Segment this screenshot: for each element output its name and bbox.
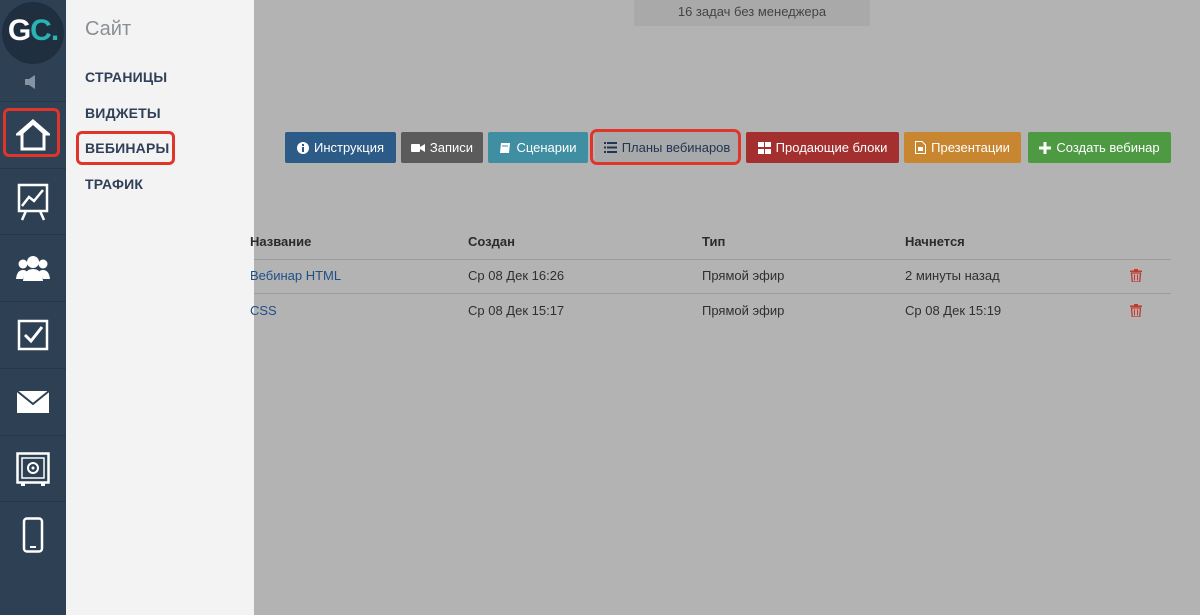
grid-icon [757,141,771,154]
rail-item-users[interactable] [0,234,66,300]
menu-item-widgets[interactable]: ВИДЖЕТЫ [85,105,161,121]
column-header-created[interactable]: Создан [468,234,515,249]
menu-item-traffic[interactable]: ТРАФИК [85,176,143,192]
highlight-plans [590,129,741,165]
created-cell: Ср 08 Дек 16:26 [468,268,565,283]
column-header-type[interactable]: Тип [702,234,725,249]
webinar-name-link[interactable]: CSS [250,303,277,318]
column-header-starts[interactable]: Начнется [905,234,965,249]
type-cell: Прямой эфир [702,268,785,283]
file-icon [915,141,927,154]
presentations-button[interactable]: Презентации [904,132,1021,163]
site-menu: Сайт СТРАНИЦЫ ВИДЖЕТЫ ВЕБИНАРЫ ТРАФИК [66,0,254,615]
speaker-icon[interactable] [23,74,43,90]
logo-letters: G [7,14,31,47]
rail-item-mobile[interactable] [0,501,66,567]
starts-cell: 2 минуты назад [905,268,1000,283]
rail-item-tasks[interactable] [0,301,66,367]
records-label: Записи [429,140,474,155]
users-icon [16,255,50,281]
menu-title: Сайт [85,18,132,40]
highlight-webinars [76,131,175,165]
create-webinar-button[interactable]: Создать вебинар [1028,132,1171,163]
logo[interactable]: GC. [0,0,66,66]
scenarios-button[interactable]: Сценарии [488,132,588,163]
starts-cell: Ср 08 Дек 15:19 [905,303,1002,318]
logo-text: GC. [0,14,66,48]
column-header-name[interactable]: Название [250,234,311,249]
type-cell: Прямой эфир [702,303,785,318]
instruction-button[interactable]: Инструкция [285,132,396,163]
phone-icon [22,516,44,553]
rail-item-analytics[interactable] [0,168,66,234]
video-camera-icon [410,143,425,152]
plus-icon [1039,141,1052,154]
instruction-label: Инструкция [314,140,384,155]
safe-icon [16,451,50,486]
presentations-label: Презентации [931,140,1010,155]
menu-item-pages[interactable]: СТРАНИЦЫ [85,69,167,85]
mail-icon [16,389,50,413]
chart-icon [17,183,49,221]
created-cell: Ср 08 Дек 15:17 [468,303,565,318]
selling-blocks-label: Продающие блоки [775,140,888,155]
selling-blocks-button[interactable]: Продающие блоки [746,132,899,163]
create-webinar-label: Создать вебинар [1056,140,1160,155]
table-divider [254,259,1171,260]
tasks-notice[interactable]: 16 задач без менеджера [634,0,870,26]
scenarios-label: Сценарии [516,140,577,155]
info-icon [297,141,309,154]
logo-accent: C. [30,14,59,47]
trash-icon[interactable] [1130,304,1142,317]
records-button[interactable]: Записи [401,132,483,163]
icon-rail: GC. [0,0,66,615]
book-icon [500,142,511,153]
highlight-home [3,108,60,157]
webinar-name-link[interactable]: Вебинар HTML [250,268,341,283]
trash-icon[interactable] [1130,269,1142,282]
rail-item-safe[interactable] [0,435,66,501]
checkbox-icon [17,319,49,350]
table-divider [254,293,1171,294]
rail-item-mail[interactable] [0,368,66,434]
